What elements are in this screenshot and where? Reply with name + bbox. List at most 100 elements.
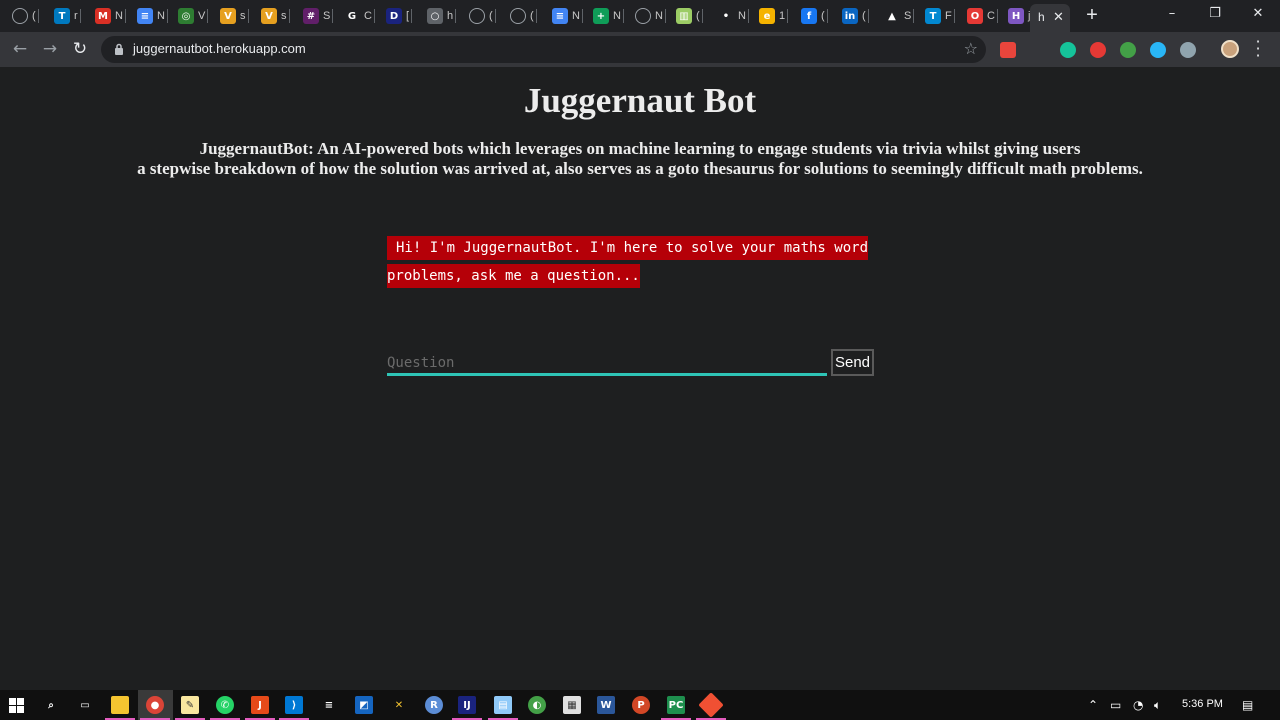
opera-icon: O (967, 8, 983, 24)
tab[interactable]: TF (925, 4, 955, 28)
vscode-icon[interactable]: ⟩ (285, 696, 303, 714)
tab[interactable]: ( (469, 4, 496, 28)
tab[interactable]: MN (95, 4, 126, 28)
battery-icon[interactable]: ▭ (1110, 698, 1121, 712)
git-icon[interactable] (698, 692, 724, 718)
windows-taskbar: ⌕ ▭ ● ✎ ✆ J ⟩ ≡ ◩ ✕ R IJ ▤ ◐ ▦ W P PC ⌃ … (0, 690, 1280, 720)
word-icon[interactable]: W (597, 696, 615, 714)
extension-icon[interactable] (1000, 42, 1016, 58)
tab[interactable]: + N (593, 4, 624, 28)
extension-icon[interactable] (1180, 42, 1196, 58)
tab-title: ( (489, 10, 493, 22)
chrome-icon[interactable]: ● (146, 696, 164, 714)
tab-separator (166, 9, 168, 23)
clock-time[interactable]: 5:36 PM (1182, 698, 1223, 710)
tab[interactable]: Vs (261, 4, 290, 28)
drive-icon: ▲ (884, 8, 900, 24)
tab-separator (664, 9, 666, 23)
tab-separator (455, 9, 457, 23)
tab[interactable]: ◎ V (178, 4, 209, 28)
slack-icon: # (303, 8, 319, 24)
facebook-icon: f (801, 8, 817, 24)
extension-icon[interactable] (1150, 42, 1166, 58)
tab[interactable]: ▲ S (884, 4, 915, 28)
app-icon[interactable]: ≡ (320, 696, 338, 714)
tab-title: ( (530, 10, 534, 22)
wifi-icon[interactable]: ◔ (1133, 698, 1143, 712)
tab[interactable]: ≡ N (137, 4, 168, 28)
tab[interactable]: D[ (386, 4, 413, 28)
app-icon[interactable]: ◐ (528, 696, 546, 714)
question-input[interactable] (387, 352, 827, 376)
app-icon[interactable]: J (251, 696, 269, 714)
close-window-icon[interactable]: ✕ (1246, 4, 1270, 24)
tab[interactable]: in ( (842, 4, 869, 28)
app-icon[interactable]: ◩ (355, 696, 373, 714)
notepad-icon[interactable]: ✎ (181, 696, 199, 714)
tab[interactable]: Tr (54, 4, 81, 28)
whatsapp-icon[interactable]: ✆ (216, 696, 234, 714)
tab[interactable]: Vs (220, 4, 249, 28)
menu-icon[interactable]: · · · (1252, 34, 1264, 64)
forward-button[interactable]: → (38, 38, 62, 60)
show-hidden-icons-icon[interactable]: ⌃ (1088, 698, 1098, 712)
calculator-icon[interactable]: ▦ (563, 696, 581, 714)
github-icon (469, 8, 485, 24)
new-tab-button[interactable]: + (1083, 4, 1101, 26)
bot-message-line-2: problems, ask me a question... (387, 264, 640, 288)
blocker-icon[interactable] (1090, 42, 1106, 58)
tab[interactable]: ▥( (676, 4, 703, 28)
tools-icon[interactable]: ✕ (390, 696, 408, 714)
v-icon: V (220, 8, 236, 24)
send-button[interactable]: Send (831, 349, 874, 376)
tab-title: s (240, 10, 246, 22)
notifications-icon[interactable]: ▤ (1242, 698, 1253, 712)
file-explorer-icon[interactable] (111, 696, 129, 714)
profile-avatar[interactable] (1221, 40, 1239, 58)
windows-start-icon[interactable] (9, 698, 24, 713)
tab[interactable]: GC (344, 4, 375, 28)
bookmark-star-icon[interactable]: ☆ (964, 39, 978, 58)
intellij-icon[interactable]: IJ (458, 696, 476, 714)
tab[interactable]: ( (12, 4, 39, 28)
back-button[interactable]: ← (8, 38, 32, 60)
url-text: juggernautbot.herokuapp.com (133, 41, 306, 56)
powerpoint-icon[interactable]: P (632, 696, 650, 714)
tab[interactable]: ( (510, 4, 537, 28)
tab[interactable]: f( (801, 4, 828, 28)
tab-title: ( (821, 10, 825, 22)
tab-title: r (74, 10, 78, 22)
tab[interactable]: N (635, 4, 666, 28)
app-icon[interactable]: ▤ (494, 696, 512, 714)
tab-title: V (198, 10, 206, 22)
pycharm-icon[interactable]: PC (667, 696, 685, 714)
tab-active[interactable]: h ✕ (1030, 4, 1070, 32)
tab[interactable]: Hj (1008, 4, 1034, 28)
tab-separator (867, 9, 869, 23)
tab[interactable]: ≡ N (552, 4, 583, 28)
reload-button[interactable]: ↻ (68, 38, 92, 60)
tab-separator (953, 9, 955, 23)
tab-separator (494, 9, 496, 23)
tab[interactable]: e1 (759, 4, 789, 28)
tab-separator (373, 9, 375, 23)
address-bar[interactable]: juggernautbot.herokuapp.com ☆ (101, 36, 986, 63)
tab[interactable]: • N (718, 4, 749, 28)
page-content: Juggernaut Bot JuggernautBot: An AI-powe… (0, 67, 1280, 690)
tab[interactable]: OC (967, 4, 998, 28)
extension-icon[interactable] (1120, 42, 1136, 58)
app-icon[interactable]: R (425, 696, 443, 714)
restore-icon[interactable]: ❐ (1203, 4, 1227, 24)
tab-title: [ (406, 10, 410, 22)
tab[interactable]: ○ h (427, 4, 457, 28)
tab[interactable]: # S (303, 4, 334, 28)
tab-title: N (572, 10, 580, 22)
grammarly-icon[interactable] (1060, 42, 1076, 58)
bot-message: Hi! I'm JuggernautBot. I'm here to solve… (387, 234, 897, 290)
close-tab-icon[interactable]: ✕ (1053, 9, 1064, 25)
task-view-icon[interactable]: ▭ (76, 696, 94, 714)
search-icon[interactable]: ⌕ (42, 696, 60, 714)
minimize-icon[interactable]: – (1160, 4, 1184, 24)
tab-separator (411, 9, 413, 23)
volume-icon[interactable]: 🔈︎ (1154, 698, 1161, 713)
